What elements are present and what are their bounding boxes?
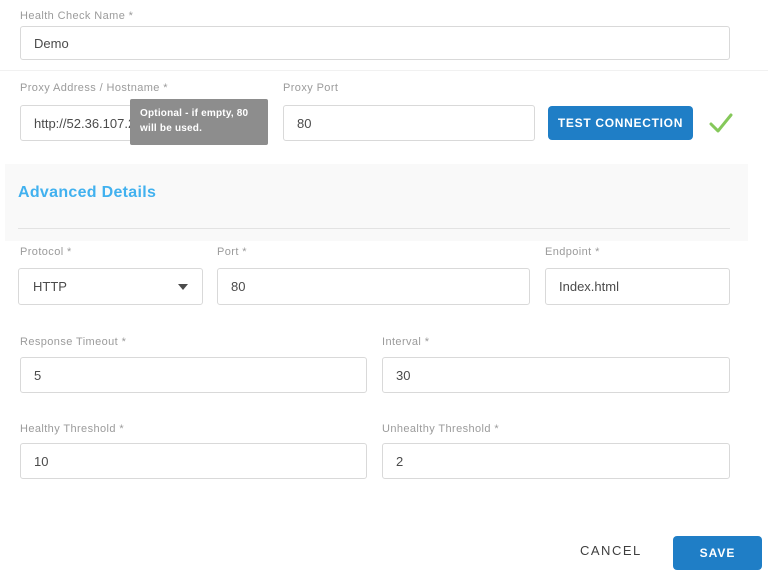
response-timeout-label: Response Timeout * xyxy=(20,336,126,348)
test-connection-button[interactable]: TEST CONNECTION xyxy=(548,106,693,140)
response-timeout-input[interactable] xyxy=(20,357,367,393)
proxy-port-tooltip: Optional - if empty, 80 will be used. xyxy=(130,99,268,145)
health-check-name-input[interactable] xyxy=(20,26,730,60)
chevron-down-icon xyxy=(178,284,188,290)
proxy-address-label: Proxy Address / Hostname * xyxy=(20,82,168,94)
proxy-port-input[interactable] xyxy=(283,105,535,141)
healthy-threshold-input[interactable] xyxy=(20,443,367,479)
advanced-details-heading: Advanced Details xyxy=(18,184,156,202)
port-label: Port * xyxy=(217,246,247,258)
endpoint-label: Endpoint * xyxy=(545,246,600,258)
unhealthy-threshold-label: Unhealthy Threshold * xyxy=(382,423,499,435)
protocol-selected-value: HTTP xyxy=(33,279,67,294)
connection-success-check-icon xyxy=(708,110,734,136)
protocol-label: Protocol * xyxy=(20,246,72,258)
advanced-details-panel: Advanced Details xyxy=(5,164,748,241)
interval-label: Interval * xyxy=(382,336,429,348)
interval-input[interactable] xyxy=(382,357,730,393)
healthy-threshold-label: Healthy Threshold * xyxy=(20,423,124,435)
save-button[interactable]: SAVE xyxy=(673,536,762,570)
unhealthy-threshold-input[interactable] xyxy=(382,443,730,479)
proxy-port-label: Proxy Port xyxy=(283,82,338,94)
protocol-select[interactable]: HTTP xyxy=(18,268,203,305)
health-check-form: Health Check Name * Proxy Address / Host… xyxy=(0,0,768,580)
section-divider xyxy=(18,228,730,229)
endpoint-input[interactable] xyxy=(545,268,730,305)
row-divider xyxy=(0,70,768,71)
cancel-button[interactable]: CANCEL xyxy=(580,543,642,558)
port-input[interactable] xyxy=(217,268,530,305)
health-check-name-label: Health Check Name * xyxy=(20,10,133,22)
